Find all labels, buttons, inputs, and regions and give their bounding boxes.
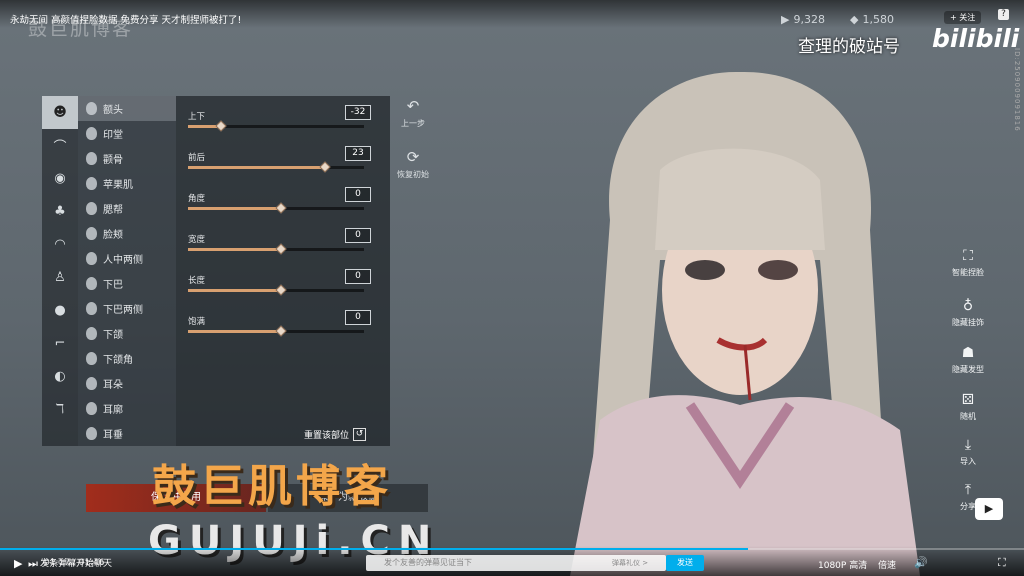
smart-face-button[interactable]: ⛶ 智能捏脸	[945, 248, 991, 278]
face-part-icon	[86, 152, 97, 165]
sub-item[interactable]: 脸颊	[78, 221, 176, 246]
uploader-watermark: 查理的破站号	[798, 37, 900, 57]
quality-selector[interactable]: 1080P 高清	[818, 558, 867, 571]
face-part-icon	[86, 277, 97, 290]
play-pause-icon[interactable]: ▶	[14, 557, 22, 570]
face-part-icon	[86, 127, 97, 140]
danmaku-hint: 发条弹幕开始聊天	[40, 559, 113, 569]
slider-track[interactable]	[188, 325, 364, 337]
bilibili-logo: bilibili	[932, 24, 1020, 53]
speed-selector[interactable]: 倍速	[878, 558, 896, 571]
coin-count: ◆ 1,580	[850, 13, 894, 26]
sub-item[interactable]: 印堂	[78, 121, 176, 146]
undo-button[interactable]: ↶ 上一步	[393, 97, 433, 129]
face-part-icon	[86, 102, 97, 115]
import-button[interactable]: ⤓ 导入	[945, 437, 991, 467]
next-icon[interactable]: ⏭	[28, 557, 38, 571]
slider-value-input[interactable]: -32	[345, 105, 371, 120]
restore-button[interactable]: ⟳ 恢复初始	[393, 148, 433, 180]
fullscreen-icon[interactable]: ⛶	[998, 556, 1006, 570]
slider-track[interactable]	[188, 243, 364, 255]
sub-item-forehead[interactable]: 额头	[78, 96, 176, 121]
slider-panel: 上下 -32 前后 23 角度 0 宽度 0 长度 0 饱满 0	[176, 96, 390, 446]
sub-item[interactable]: 苹果肌	[78, 171, 176, 196]
slider-track[interactable]	[188, 202, 364, 214]
face-icon[interactable]: ●	[42, 294, 78, 327]
sub-item[interactable]: 耳垂	[78, 421, 176, 446]
coin-icon: ◆	[850, 13, 859, 26]
danmaku-etiquette-link[interactable]: 弹幕礼仪 >	[612, 558, 648, 568]
play-icon: ▶	[781, 13, 790, 26]
hide-accessory-button[interactable]: ♁ 隐藏挂饰	[945, 298, 991, 328]
brand-watermark-cn: 鼓巨肌博客	[152, 461, 392, 512]
nose-icon[interactable]: ♣	[42, 195, 78, 228]
face-part-icon	[86, 377, 97, 390]
volume-icon[interactable]: 🔊	[914, 556, 928, 569]
undo-icon: ↶	[406, 97, 420, 115]
ear-icon[interactable]: ◐	[42, 360, 78, 393]
slider-value-input[interactable]: 0	[345, 187, 371, 202]
tv-icon[interactable]: ▶	[975, 498, 1003, 520]
video-id: ID:2509009091816	[1013, 48, 1021, 132]
sub-part-list: 额头 印堂 颧骨 苹果肌 腮帮 脸颊 人中两侧 下巴 下巴两侧 下颌 下颌角 耳…	[78, 96, 176, 446]
sub-item[interactable]: 下巴	[78, 271, 176, 296]
face-part-icon	[86, 352, 97, 365]
slider-handle[interactable]	[275, 243, 287, 255]
hair-icon[interactable]: ⌐	[42, 327, 78, 360]
category-column: ☻ ⌒ ◉ ♣ ◠ ♙ ● ⌐ ◐ ℸ	[42, 96, 78, 446]
progress-bar[interactable]	[0, 548, 1024, 550]
send-button[interactable]: 发送	[666, 555, 704, 571]
side-icon[interactable]: ℸ	[42, 393, 78, 426]
face-part-icon	[86, 302, 97, 315]
slider-value-input[interactable]: 0	[345, 310, 371, 325]
sub-item[interactable]: 下巴两侧	[78, 296, 176, 321]
sub-item[interactable]: 颧骨	[78, 146, 176, 171]
slider-handle[interactable]	[275, 325, 287, 337]
character-preview[interactable]	[540, 60, 940, 576]
slider-value-input[interactable]: 23	[345, 146, 371, 161]
slider-handle[interactable]	[215, 120, 228, 132]
sub-item[interactable]: 下颌角	[78, 346, 176, 371]
hide-hair-icon: ☗	[961, 345, 975, 361]
eye-icon[interactable]: ◉	[42, 162, 78, 195]
hide-hair-button[interactable]: ☗ 隐藏发型	[945, 345, 991, 375]
dice-icon: ⚄	[961, 392, 975, 408]
slider-track[interactable]	[188, 120, 364, 132]
play-count: ▶ 9,328	[781, 13, 825, 26]
face-part-icon	[86, 327, 97, 340]
eyebrow-icon[interactable]: ⌒	[42, 129, 78, 162]
random-button[interactable]: ⚄ 随机	[945, 392, 991, 422]
sub-item[interactable]: 人中两侧	[78, 246, 176, 271]
face-part-icon	[86, 427, 97, 440]
slider-handle[interactable]	[275, 202, 287, 214]
head-icon[interactable]: ☻	[42, 96, 78, 129]
video-title: 永劫无间 高颜值捏脸数据 免费分享 天才制捏师被打了!	[10, 15, 242, 26]
slider-handle[interactable]	[319, 161, 331, 173]
smart-face-icon: ⛶	[963, 248, 973, 264]
import-icon: ⤓	[964, 437, 972, 453]
slider-handle[interactable]	[275, 284, 287, 296]
share-icon: ⤒	[964, 482, 972, 498]
sub-item[interactable]: 耳廓	[78, 396, 176, 421]
refresh-icon: ⟳	[406, 148, 420, 166]
help-icon[interactable]: ?	[998, 9, 1009, 20]
slider-track[interactable]	[188, 284, 364, 296]
slider-value-input[interactable]: 0	[345, 228, 371, 243]
face-part-icon	[86, 227, 97, 240]
slider-track[interactable]	[188, 161, 364, 173]
reset-part-button[interactable]: 重置该部位 ↺	[304, 428, 367, 441]
follow-button[interactable]: + 关注	[944, 11, 982, 24]
body-icon[interactable]: ♙	[42, 261, 78, 294]
sub-item[interactable]: 下颌	[78, 321, 176, 346]
reset-icon: ↺	[353, 428, 367, 441]
face-part-icon	[86, 202, 97, 215]
slider-value-input[interactable]: 0	[345, 269, 371, 284]
face-part-icon	[86, 252, 97, 265]
face-part-icon	[86, 177, 97, 190]
mouth-icon[interactable]: ◠	[42, 228, 78, 261]
hide-accessory-icon: ♁	[962, 298, 974, 314]
sub-item[interactable]: 耳朵	[78, 371, 176, 396]
sub-item[interactable]: 腮帮	[78, 196, 176, 221]
face-part-icon	[86, 402, 97, 415]
